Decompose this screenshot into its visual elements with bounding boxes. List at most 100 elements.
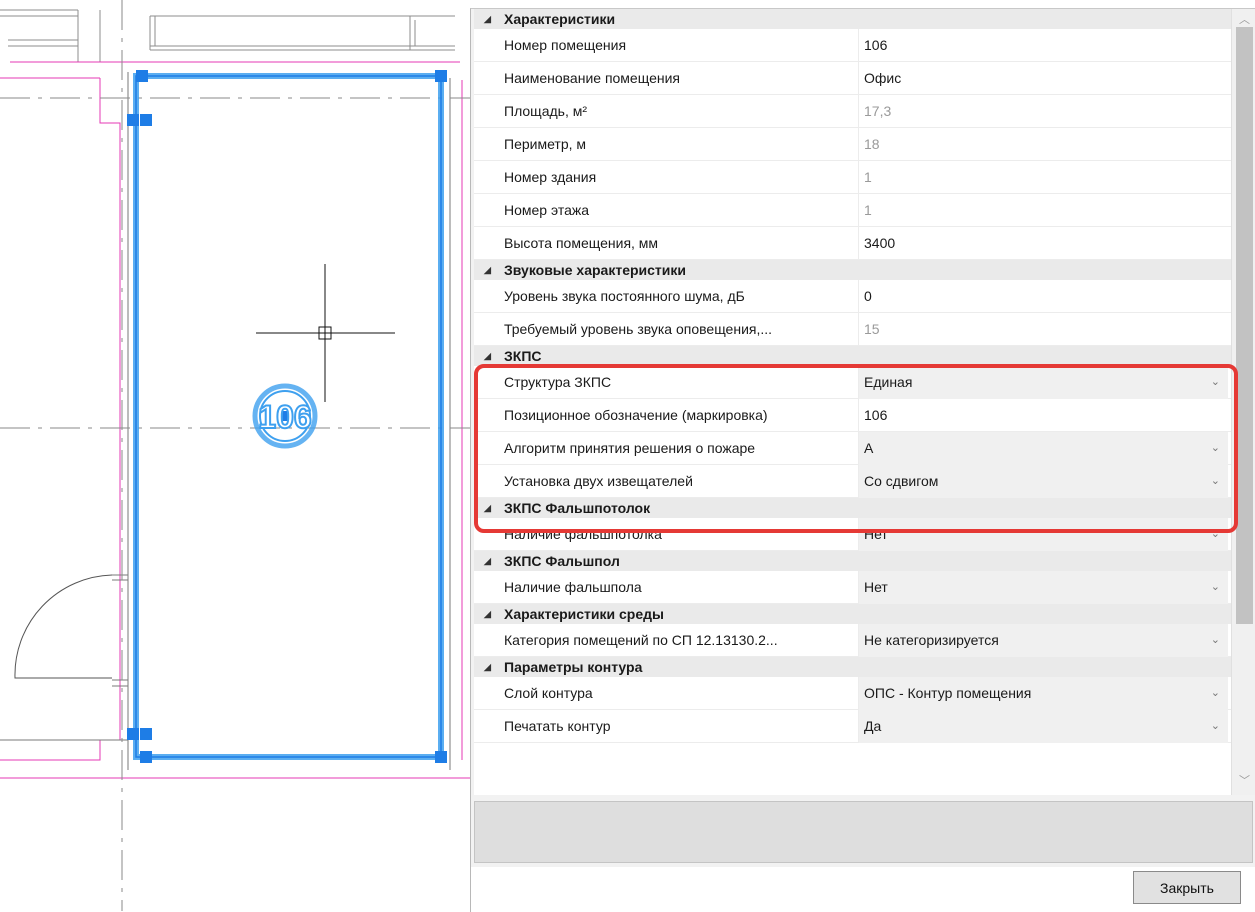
chevron-down-icon[interactable]: ⌄ <box>1211 677 1220 710</box>
category-header[interactable]: ◢ ЗКПС <box>474 346 1231 366</box>
property-value-text: Единая <box>864 374 913 390</box>
property-row[interactable]: Наличие фальшпола Нет ⌄ <box>474 571 1231 604</box>
scrollbar-thumb[interactable] <box>1236 27 1253 624</box>
property-grid-scrollbar[interactable]: ︿ ﹀ <box>1231 9 1255 795</box>
collapse-triangle-icon[interactable]: ◢ <box>484 260 491 280</box>
dialog-footer: Закрыть <box>471 867 1255 912</box>
property-value-dropdown[interactable]: Нет ⌄ <box>858 571 1228 604</box>
property-row[interactable]: Номер этажа 1 <box>474 194 1231 227</box>
chevron-down-icon[interactable]: ⌄ <box>1211 366 1220 399</box>
property-row[interactable]: Печатать контур Да ⌄ <box>474 710 1231 743</box>
property-value-dropdown[interactable]: Нет ⌄ <box>858 518 1228 551</box>
property-value-text: Офис <box>864 70 902 86</box>
property-value-text: Да <box>864 718 882 734</box>
chevron-down-icon[interactable]: ⌄ <box>1211 571 1220 604</box>
property-name: Высота помещения, мм <box>504 235 659 251</box>
property-value-dropdown[interactable]: Единая ⌄ <box>858 366 1228 399</box>
property-name: Печатать контур <box>504 718 611 734</box>
room-tag[interactable]: 106 <box>252 383 318 449</box>
property-row[interactable]: Уровень звука постоянного шума, дБ 0 <box>474 280 1231 313</box>
property-value-text: 0 <box>864 288 872 304</box>
property-name: Номер здания <box>504 169 597 185</box>
category-title: Параметры контура <box>504 659 643 675</box>
category-header[interactable]: ◢ Характеристики среды <box>474 604 1231 624</box>
property-value-text: 1 <box>864 169 872 185</box>
property-value-dropdown[interactable]: Со сдвигом ⌄ <box>858 465 1228 498</box>
property-name: Номер этажа <box>504 202 590 218</box>
property-row[interactable]: Структура ЗКПС Единая ⌄ <box>474 366 1231 399</box>
property-value-field: 17,3 <box>858 95 1228 128</box>
property-value-field[interactable]: 106 <box>858 399 1228 432</box>
property-value-text: 106 <box>864 37 888 53</box>
property-row[interactable]: Наименование помещения Офис <box>474 62 1231 95</box>
scroll-up-icon[interactable]: ︿ <box>1232 11 1255 27</box>
property-row[interactable]: Слой контура ОПС - Контур помещения ⌄ <box>474 677 1231 710</box>
collapse-triangle-icon[interactable]: ◢ <box>484 9 491 29</box>
chevron-down-icon[interactable]: ⌄ <box>1211 432 1220 465</box>
property-value-field[interactable]: Офис <box>858 62 1228 95</box>
property-value-text: Нет <box>864 579 888 595</box>
property-description-panel <box>474 801 1253 863</box>
property-name: Периметр, м <box>504 136 587 152</box>
property-value-dropdown[interactable]: ОПС - Контур помещения ⌄ <box>858 677 1228 710</box>
category-header[interactable]: ◢ Характеристики <box>474 9 1231 29</box>
property-name: Требуемый уровень звука оповещения,... <box>504 321 773 337</box>
property-row[interactable]: Площадь, м² 17,3 <box>474 95 1231 128</box>
room-tag-number: 106 <box>258 399 311 435</box>
category-header[interactable]: ◢ ЗКПС Фальшпотолок <box>474 498 1231 518</box>
property-name: Структура ЗКПС <box>504 374 612 390</box>
property-value-field: 1 <box>858 161 1228 194</box>
property-name: Позиционное обозначение (маркировка) <box>504 407 768 423</box>
property-value-dropdown[interactable]: А ⌄ <box>858 432 1228 465</box>
property-row[interactable]: Наличие фальшпотолка Нет ⌄ <box>474 518 1231 551</box>
property-value-text: 17,3 <box>864 103 892 119</box>
property-row[interactable]: Периметр, м 18 <box>474 128 1231 161</box>
property-name: Наличие фальшпола <box>504 579 642 595</box>
property-row[interactable]: Требуемый уровень звука оповещения,... 15 <box>474 313 1231 346</box>
property-value-dropdown[interactable]: Да ⌄ <box>858 710 1228 743</box>
property-value-text: ОПС - Контур помещения <box>864 685 1032 701</box>
property-row[interactable]: Высота помещения, мм 3400 <box>474 227 1231 260</box>
property-row[interactable]: Номер помещения 106 <box>474 29 1231 62</box>
close-button[interactable]: Закрыть <box>1133 871 1241 904</box>
scroll-down-icon[interactable]: ﹀ <box>1232 772 1255 788</box>
collapse-triangle-icon[interactable]: ◢ <box>484 551 491 571</box>
chevron-down-icon[interactable]: ⌄ <box>1211 710 1220 743</box>
property-value-field: 1 <box>858 194 1228 227</box>
property-name: Алгоритм принятия решения о пожаре <box>504 440 756 456</box>
collapse-triangle-icon[interactable]: ◢ <box>484 657 491 677</box>
category-title: Характеристики <box>504 11 616 27</box>
category-title: ЗКПС Фальшпотолок <box>504 500 651 516</box>
property-value-text: 15 <box>864 321 880 337</box>
property-value-dropdown[interactable]: Не категоризируется ⌄ <box>858 624 1228 657</box>
property-row[interactable]: Установка двух извещателей Со сдвигом ⌄ <box>474 465 1231 498</box>
property-row[interactable]: Категория помещений по СП 12.13130.2... Н… <box>474 624 1231 657</box>
category-header[interactable]: ◢ ЗКПС Фальшпол <box>474 551 1231 571</box>
collapse-triangle-icon[interactable]: ◢ <box>484 498 491 518</box>
property-value-text: А <box>864 440 874 456</box>
property-row[interactable]: Номер здания 1 <box>474 161 1231 194</box>
category-title: Звуковые характеристики <box>504 262 687 278</box>
property-row[interactable]: Алгоритм принятия решения о пожаре А ⌄ <box>474 432 1231 465</box>
property-value-text: 3400 <box>864 235 896 251</box>
property-value-text: Со сдвигом <box>864 473 939 489</box>
category-header[interactable]: ◢ Параметры контура <box>474 657 1231 677</box>
collapse-triangle-icon[interactable]: ◢ <box>484 604 491 624</box>
chevron-down-icon[interactable]: ⌄ <box>1211 465 1220 498</box>
property-value-field[interactable]: 0 <box>858 280 1228 313</box>
inner-walls <box>0 72 451 770</box>
property-value-field[interactable]: 106 <box>858 29 1228 62</box>
chevron-down-icon[interactable]: ⌄ <box>1211 518 1220 551</box>
axis-lines <box>0 0 470 911</box>
property-name: Уровень звука постоянного шума, дБ <box>504 288 745 304</box>
collapse-triangle-icon[interactable]: ◢ <box>484 346 491 366</box>
property-value-field[interactable]: 3400 <box>858 227 1228 260</box>
property-value-text: Не категоризируется <box>864 632 999 648</box>
chevron-down-icon[interactable]: ⌄ <box>1211 624 1220 657</box>
property-row[interactable]: Позиционное обозначение (маркировка) 106 <box>474 399 1231 432</box>
property-name: Слой контура <box>504 685 593 701</box>
room-properties-dialog: ◢ Характеристики Номер помещения 106 Наимено… <box>470 8 1255 912</box>
category-header[interactable]: ◢ Звуковые характеристики <box>474 260 1231 280</box>
property-value-text: 1 <box>864 202 872 218</box>
property-grid: ◢ Характеристики Номер помещения 106 Наимено… <box>474 9 1231 795</box>
